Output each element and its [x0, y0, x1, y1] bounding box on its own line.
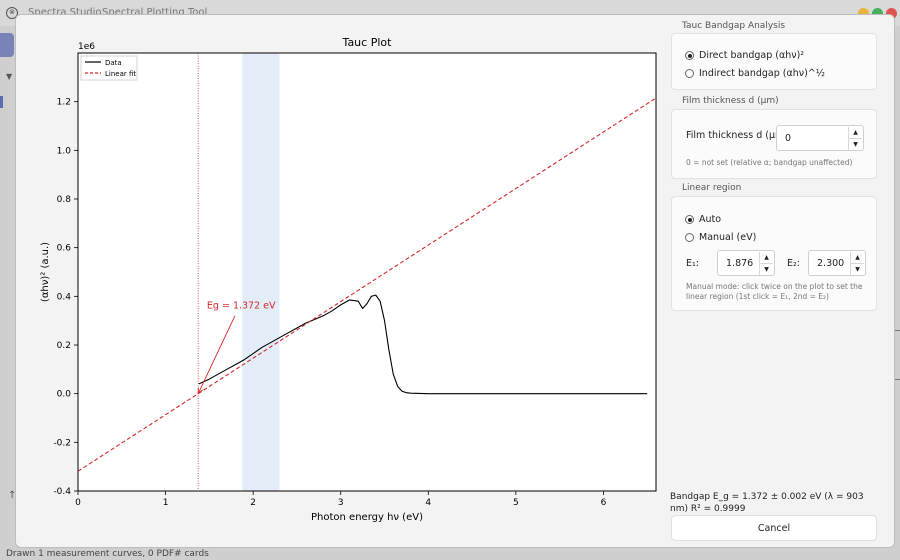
- bandgap-result: Bandgap E_g = 1.372 ± 0.002 eV (λ = 903 …: [670, 492, 864, 514]
- thickness-value: 0: [785, 133, 792, 144]
- radio-region-auto[interactable]: Auto: [685, 214, 721, 225]
- tauc-plot[interactable]: 0 1 2 3 4 5 6 -0.4 -0.2 0.0 0.2 0.4 0.6 0.8 1.0 1.2 Tau…: [16, 15, 666, 549]
- radio-indirect-bandgap[interactable]: Indirect bandgap (αhν)^½: [685, 68, 825, 79]
- x-tick-label: 6: [601, 498, 607, 508]
- plot-area: 0 1 2 3 4 5 6 -0.4 -0.2 0.0 0.2 0.4 0.6 0.8 1.0 1.2 Tau…: [16, 15, 666, 549]
- bandgap-annotation-text: Eg = 1.372 eV: [207, 301, 276, 312]
- chevron-down-icon[interactable]: ▼: [6, 72, 12, 81]
- radio-direct-label: Direct bandgap (αhν)²: [699, 50, 805, 61]
- method-card: Direct bandgap (αhν)² Indirect bandgap (…: [671, 33, 877, 90]
- region-group-title: Linear region: [682, 183, 742, 193]
- x-tick-label: 4: [425, 498, 431, 508]
- x-axis-label: Photon energy hν (eV): [311, 512, 423, 523]
- e1-label: E₁:: [686, 258, 700, 269]
- y-tick-label: -0.4: [53, 487, 71, 497]
- y-tick-label: 0.4: [57, 292, 72, 302]
- x-tick-label: 3: [338, 498, 344, 508]
- e2-spinbox[interactable]: 2.300 ▲ ▼: [808, 250, 866, 276]
- e1-decrement-icon[interactable]: ▼: [759, 263, 773, 275]
- y-tick-label: -0.2: [53, 438, 71, 448]
- y-tick-label: 0.2: [57, 341, 71, 351]
- method-group-title: Tauc Bandgap Analysis: [682, 21, 786, 31]
- radio-indirect-label: Indirect bandgap (αhν)^½: [699, 68, 825, 79]
- x-tick-label: 0: [75, 498, 81, 508]
- e2-value: 2.300: [817, 258, 845, 269]
- x-tick-label: 1: [163, 498, 169, 508]
- region-card: Auto Manual (eV) E₁: 1.876 ▲ ▼ E₂: 2.300…: [671, 196, 877, 311]
- e2-decrement-icon[interactable]: ▼: [850, 263, 864, 275]
- cancel-button[interactable]: Cancel: [671, 515, 877, 541]
- status-bar-text: Drawn 1 measurement curves, 0 PDF# cards: [6, 549, 209, 559]
- axes-frame: [77, 52, 657, 492]
- radio-manual-indicator[interactable]: [685, 233, 694, 242]
- thickness-card: Film thickness d (µm): 0 ▲ ▼ 0 = not set…: [671, 109, 877, 179]
- y-multiplier-label: 1e6: [78, 42, 95, 52]
- legend-label-fit: Linear fit: [105, 70, 136, 78]
- thickness-group-title: Film thickness d (µm): [682, 96, 779, 106]
- e1-spinbox[interactable]: 1.876 ▲ ▼: [717, 250, 775, 276]
- e2-increment-icon[interactable]: ▲: [850, 252, 864, 263]
- y-tick-label: 1.2: [57, 98, 71, 108]
- x-tick-label: 5: [513, 498, 519, 508]
- thickness-hint: 0 = not set (relative α; bandgap unaffec…: [686, 158, 853, 167]
- legend: Data Linear fit: [80, 55, 138, 81]
- radio-direct-bandgap[interactable]: Direct bandgap (αhν)²: [685, 50, 804, 61]
- radio-manual-label: Manual (eV): [699, 232, 757, 243]
- analysis-panel: Tauc Bandgap Analysis Direct bandgap (αh…: [666, 15, 896, 549]
- tauc-dialog: 0 1 2 3 4 5 6 -0.4 -0.2 0.0 0.2 0.4 0.6 0.8 1.0 1.2 Tau…: [15, 14, 895, 548]
- y-tick-label: 1.0: [57, 146, 72, 156]
- e1-increment-icon[interactable]: ▲: [759, 252, 773, 263]
- fit-region-span: [242, 53, 280, 491]
- radio-indirect-indicator[interactable]: [685, 69, 694, 78]
- y-tick-label: 0.6: [57, 244, 72, 254]
- chart-title: Tauc Plot: [342, 36, 393, 49]
- e1-value: 1.876: [726, 258, 754, 269]
- x-tick-label: 2: [250, 498, 256, 508]
- y-axis-label: (αhν)² (a.u.): [40, 242, 51, 302]
- e2-label: E₂:: [787, 258, 801, 269]
- radio-region-manual[interactable]: Manual (eV): [685, 232, 756, 243]
- region-hint: Manual mode: click twice on the plot to …: [686, 282, 863, 301]
- thickness-increment-icon[interactable]: ▲: [848, 127, 862, 138]
- y-tick-label: 0.8: [57, 195, 72, 205]
- radio-auto-label: Auto: [699, 214, 722, 225]
- thickness-spinbox[interactable]: 0 ▲ ▼: [776, 125, 864, 151]
- radio-auto-indicator[interactable]: [685, 215, 694, 224]
- legend-label-data: Data: [105, 59, 122, 67]
- sidebar-button[interactable]: [0, 33, 14, 57]
- radio-direct-indicator[interactable]: [685, 51, 694, 60]
- thickness-decrement-icon[interactable]: ▼: [848, 138, 862, 150]
- y-tick-label: 0.0: [57, 390, 72, 400]
- sidebar-selection-marker: [0, 96, 3, 108]
